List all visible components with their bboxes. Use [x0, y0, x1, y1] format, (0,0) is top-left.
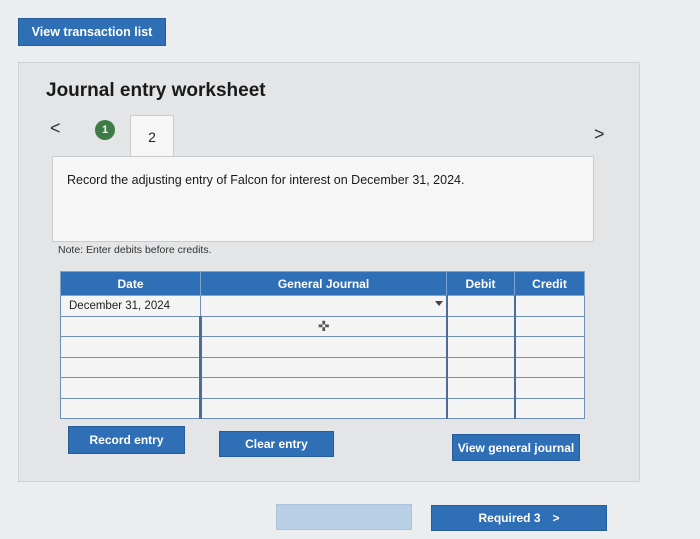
journal-table: Date General Journal Debit Credit Decemb… — [60, 271, 585, 419]
debit-input[interactable] — [445, 377, 515, 399]
chevron-right-icon[interactable]: > — [594, 124, 605, 145]
note-text: Note: Enter debits before credits. — [58, 244, 212, 256]
table-row: December 31, 2024 — [60, 295, 585, 317]
table-row — [60, 397, 585, 419]
credit-input[interactable] — [513, 315, 585, 337]
account-select[interactable] — [200, 295, 447, 317]
credit-input[interactable] — [513, 356, 585, 378]
instruction-box: Record the adjusting entry of Falcon for… — [52, 156, 594, 242]
instruction-text: Record the adjusting entry of Falcon for… — [67, 173, 465, 187]
view-transaction-list-button[interactable]: View transaction list — [18, 18, 166, 46]
account-select[interactable]: ✜ — [199, 315, 447, 337]
record-entry-button[interactable]: Record entry — [68, 426, 185, 454]
required-3-label: Required 3 — [478, 511, 541, 525]
debit-input[interactable] — [445, 356, 515, 378]
chevron-right-icon: > — [552, 511, 560, 525]
header-debit: Debit — [446, 271, 515, 296]
date-cell[interactable]: December 31, 2024 — [60, 295, 201, 317]
date-cell[interactable] — [60, 377, 201, 399]
required-3-button[interactable]: Required 3 > — [431, 505, 607, 531]
table-row — [60, 336, 585, 358]
date-cell[interactable] — [60, 397, 201, 419]
dropdown-arrow-icon[interactable] — [434, 301, 443, 306]
credit-input[interactable] — [513, 336, 585, 358]
debit-input[interactable] — [445, 315, 515, 337]
step-2-tab[interactable]: 2 — [130, 115, 174, 157]
debit-input[interactable] — [445, 295, 515, 317]
credit-input[interactable] — [513, 295, 585, 317]
debit-input[interactable] — [445, 397, 515, 419]
date-cell[interactable] — [60, 336, 201, 358]
header-date: Date — [60, 271, 201, 296]
header-general-journal: General Journal — [200, 271, 447, 296]
page-title: Journal entry worksheet — [46, 80, 266, 101]
view-general-journal-button[interactable]: View general journal — [452, 434, 580, 461]
table-row — [60, 377, 585, 399]
account-select[interactable] — [199, 356, 447, 378]
credit-input[interactable] — [513, 377, 585, 399]
step-1-tab[interactable]: 1 — [95, 120, 115, 140]
table-row: ✜ — [60, 315, 585, 337]
move-cursor-icon: ✜ — [317, 317, 330, 334]
clear-entry-button[interactable]: Clear entry — [219, 431, 334, 457]
credit-input[interactable] — [513, 397, 585, 419]
disabled-button — [276, 504, 412, 530]
table-row — [60, 356, 585, 378]
account-select[interactable] — [199, 336, 447, 358]
debit-input[interactable] — [445, 336, 515, 358]
date-cell[interactable] — [60, 315, 201, 337]
header-credit: Credit — [514, 271, 585, 296]
chevron-left-icon[interactable]: < — [50, 118, 61, 139]
account-select[interactable] — [199, 397, 447, 419]
date-cell[interactable] — [60, 356, 201, 378]
account-select[interactable] — [199, 377, 447, 399]
